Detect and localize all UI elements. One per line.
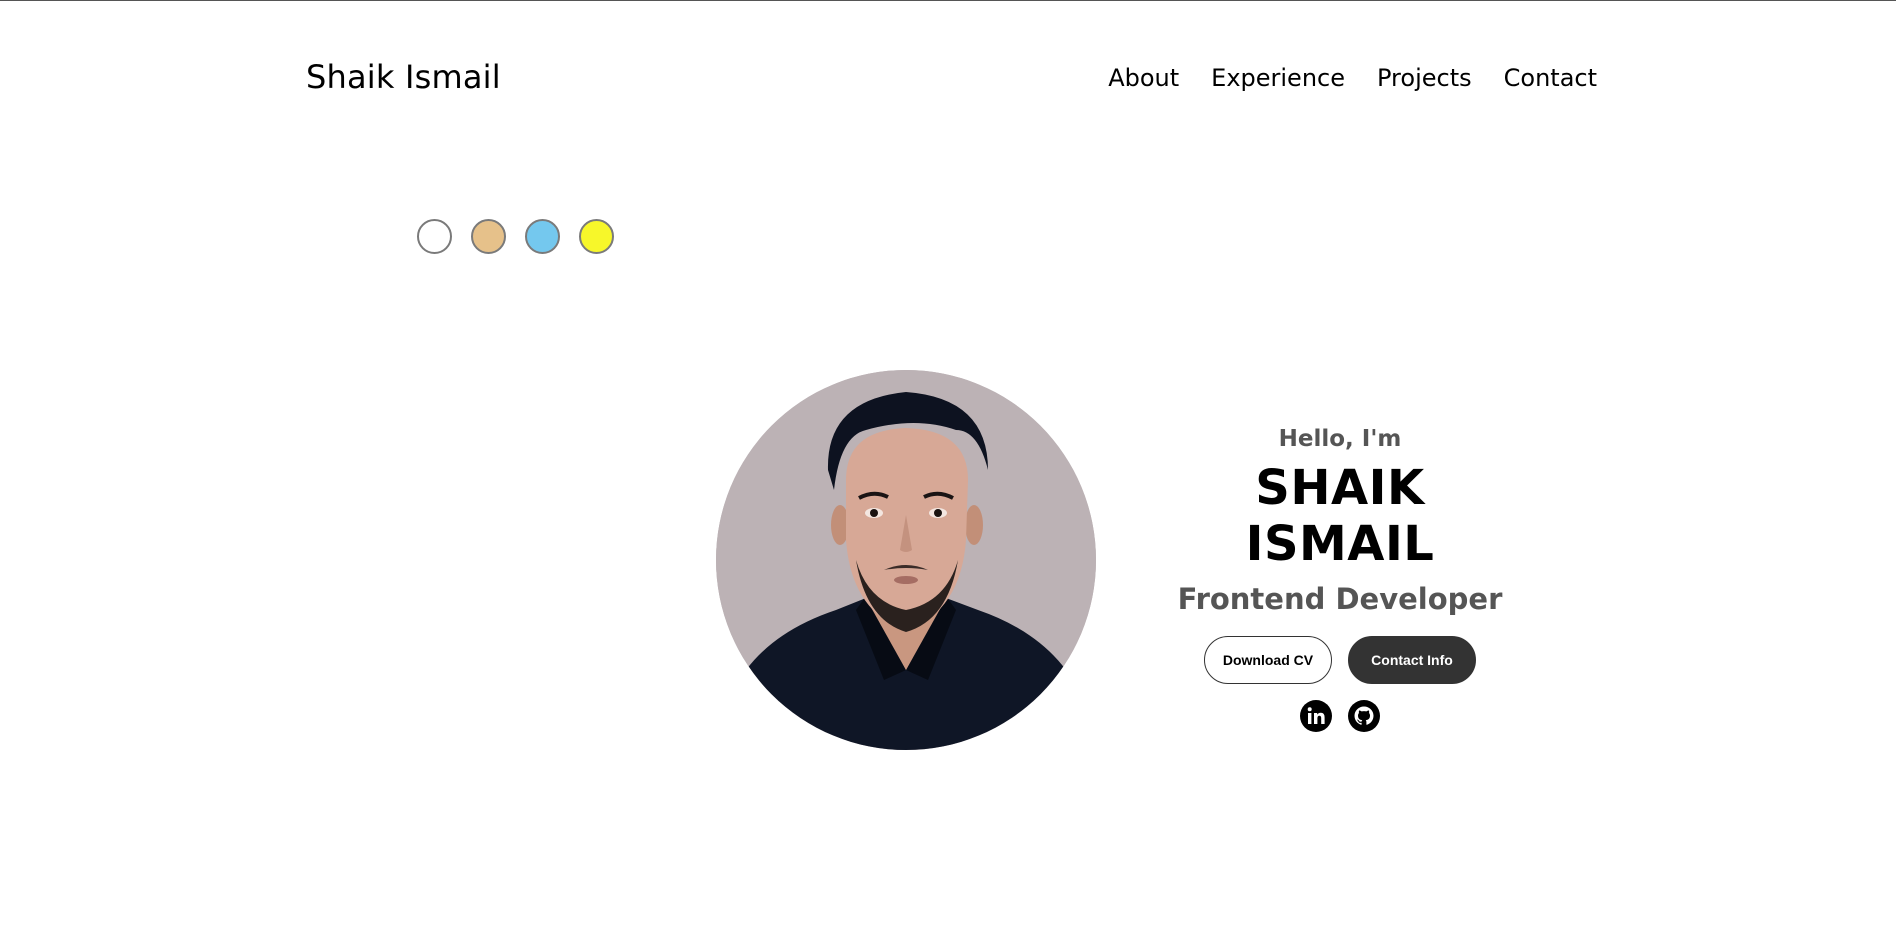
hero-name: SHAIK ISMAIL (1245, 460, 1435, 572)
hero-buttons: Download CV Contact Info (1160, 636, 1520, 684)
nav-about[interactable]: About (1108, 64, 1179, 92)
top-border (0, 0, 1896, 1)
theme-dot-blue[interactable] (525, 219, 560, 254)
nav-projects[interactable]: Projects (1377, 64, 1472, 92)
theme-dot-tan[interactable] (471, 219, 506, 254)
theme-dot-yellow[interactable] (579, 219, 614, 254)
download-cv-button[interactable]: Download CV (1204, 636, 1332, 684)
hero-section: Hello, I'm SHAIK ISMAIL Frontend Develop… (1160, 420, 1520, 732)
theme-color-picker (417, 219, 614, 254)
site-logo[interactable]: Shaik Ismail (306, 58, 501, 96)
theme-dot-white[interactable] (417, 219, 452, 254)
linkedin-icon[interactable] (1300, 700, 1332, 732)
contact-info-button[interactable]: Contact Info (1348, 636, 1476, 684)
github-icon[interactable] (1348, 700, 1380, 732)
profile-picture (716, 370, 1096, 750)
nav-experience[interactable]: Experience (1211, 64, 1345, 92)
nav-contact[interactable]: Contact (1504, 64, 1597, 92)
hero-greeting: Hello, I'm (1278, 426, 1402, 452)
main-nav: About Experience Projects Contact (1108, 64, 1597, 92)
hero-role: Frontend Developer (1177, 582, 1503, 616)
social-links (1160, 700, 1520, 732)
